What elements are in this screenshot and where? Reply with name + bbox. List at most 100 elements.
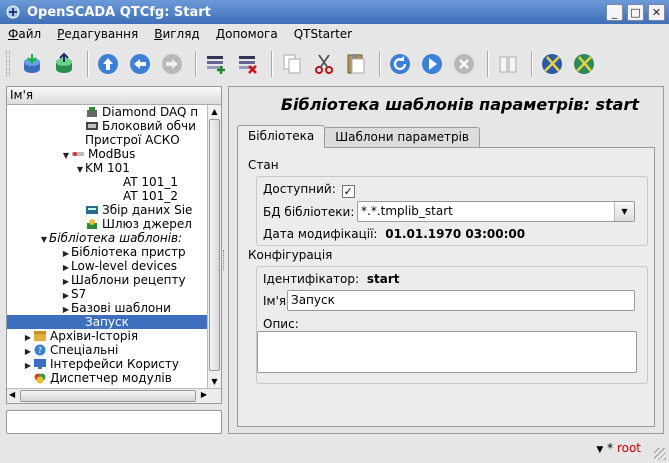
toolbar (0, 45, 669, 83)
toolbar-grip[interactable] (6, 51, 10, 77)
arrow-left-icon (130, 54, 150, 74)
help-icon: ? (33, 344, 47, 356)
tree-item-label: Спеціальні (50, 343, 119, 357)
refresh-button[interactable] (386, 50, 414, 78)
modified-indicator: * (607, 441, 614, 455)
name-input[interactable]: Запуск (287, 290, 635, 311)
tree-item[interactable]: Запуск (7, 315, 221, 329)
tree-item[interactable]: Пристрої АСКО (7, 133, 221, 147)
maximize-button[interactable]: □ (627, 3, 644, 21)
tree-item[interactable]: Блоковий обчи (7, 119, 221, 133)
tree-item[interactable]: ▶ Інтерфейси Користу (7, 357, 221, 371)
db-save-icon (56, 52, 72, 73)
vertical-scroll-thumb[interactable] (209, 119, 220, 371)
menu-edit[interactable]: Редагування (49, 27, 146, 41)
load-db-button[interactable] (18, 50, 46, 78)
tree-item[interactable]: ▼ Бібліотека шаблонів: (7, 231, 221, 245)
vision-button[interactable] (570, 50, 598, 78)
available-checkbox[interactable]: ✓ (341, 185, 355, 198)
paste-button[interactable] (342, 50, 370, 78)
tab-library[interactable]: Бібліотека (237, 125, 326, 148)
state-group: Доступний: ✓ БД бібліотеки: *.*.tmplib_st… (256, 176, 648, 246)
arrow-up-icon (98, 54, 118, 74)
config-tools-icon (542, 54, 562, 74)
tree-item-label: Базові шаблони (71, 301, 171, 315)
app-icon (5, 4, 21, 20)
back-button[interactable] (126, 50, 154, 78)
stop-button[interactable] (450, 50, 478, 78)
tree-item[interactable]: Збір даних Sie (7, 203, 221, 217)
svg-text:?: ? (38, 346, 42, 355)
tree-item-label: Шаблони рецепту (71, 273, 186, 287)
ui-icon (33, 358, 47, 370)
cut-button[interactable] (310, 50, 338, 78)
menu-view[interactable]: Вигляд (146, 27, 208, 41)
qtcfg-button[interactable] (538, 50, 566, 78)
tree-item[interactable]: AT 101_2 (7, 189, 221, 203)
tree-vertical-scrollbar[interactable]: ▲ ▼ (207, 105, 221, 388)
start-button[interactable] (418, 50, 446, 78)
description-textarea[interactable] (257, 331, 637, 373)
tree-item[interactable]: ▶ Архіви-Історія (7, 329, 221, 343)
horizontal-scroll-thumb[interactable] (20, 390, 196, 402)
stop-icon (454, 54, 474, 74)
close-button[interactable]: ✕ (648, 3, 665, 21)
archive-icon (33, 330, 47, 342)
menu-help[interactable]: Допомога (208, 27, 286, 41)
copy-button[interactable] (278, 50, 306, 78)
tree-item[interactable]: ▶? Спеціальні (7, 343, 221, 357)
chevron-down-icon[interactable]: ▼ (596, 445, 603, 455)
panel-splitter[interactable] (223, 250, 226, 270)
resize-grip[interactable] (654, 448, 666, 460)
description-label: Опис: (263, 317, 299, 331)
delete-item-button[interactable] (234, 50, 262, 78)
scroll-up-icon[interactable]: ▲ (208, 105, 221, 118)
tab-bar: Бібліотека Шаблони параметрів (237, 125, 480, 148)
scroll-right-icon[interactable]: ▶ (201, 390, 207, 399)
tree-item[interactable]: ▶ Базові шаблони (7, 301, 221, 315)
navigation-tree[interactable]: Ім'я Diamond DAQ п Блоковий обчи Пристрої … (6, 86, 222, 404)
tree-item[interactable]: ▼ KM 101 (7, 161, 221, 175)
tree-item[interactable]: AT 101_1 (7, 175, 221, 189)
tree-item[interactable]: ▶ Шаблони рецепту (7, 273, 221, 287)
minimize-button[interactable]: _ (606, 3, 623, 21)
tree-item-label: Low-level devices (71, 259, 177, 273)
tree-item[interactable]: Диспетчер модулів (7, 371, 221, 385)
add-item-button[interactable] (202, 50, 230, 78)
forward-button[interactable] (158, 50, 186, 78)
delete-item-icon (239, 56, 257, 74)
tree-item[interactable]: Шлюз джерел (7, 217, 221, 231)
config-group-label: Конфігурація (248, 248, 333, 262)
tree-item[interactable]: ▶ Бібліотека пристр (7, 245, 221, 259)
tree-item[interactable]: ▼ ModBus (7, 147, 221, 161)
refresh-icon (390, 54, 410, 74)
scroll-left-icon[interactable]: ◀ (9, 390, 15, 399)
save-db-button[interactable] (50, 50, 78, 78)
tree-horizontal-scrollbar[interactable]: ◀ ▶ (7, 388, 221, 403)
up-button[interactable] (94, 50, 122, 78)
tree-item-label: Запуск (85, 315, 129, 329)
manual-button[interactable] (494, 50, 522, 78)
menu-qtstarter[interactable]: QTStarter (286, 27, 360, 41)
tree-header[interactable]: Ім'я (7, 87, 221, 105)
tree-item-label: Бібліотека пристр (71, 245, 186, 259)
tree-item-label: Інтерфейси Користу (50, 357, 179, 371)
tab-param-templates[interactable]: Шаблони параметрів (324, 127, 480, 147)
chevron-down-icon[interactable]: ▼ (614, 202, 634, 221)
tree-item-label: Шлюз джерел (102, 217, 192, 231)
db-combobox[interactable]: *.*.tmplib_start ▼ (357, 201, 635, 222)
tree-item[interactable]: ▶ S7 (7, 287, 221, 301)
tree-filter-input[interactable] (6, 410, 222, 434)
block-icon (85, 120, 99, 132)
menu-file[interactable]: Файл (0, 27, 49, 41)
tree-item-label: Збір даних Sie (102, 203, 193, 217)
arrow-right-icon (162, 54, 182, 74)
tree-item-label: AT 101_1 (123, 175, 178, 189)
current-user[interactable]: root (617, 441, 641, 455)
page-title: Бібліотека шаблонів параметрів: start (280, 95, 639, 114)
id-value: start (366, 272, 400, 286)
status-bar: ▼ * root (0, 436, 669, 463)
scroll-down-icon[interactable]: ▼ (208, 375, 221, 388)
tree-item[interactable]: Diamond DAQ п (7, 105, 221, 119)
tree-item[interactable]: ▶ Low-level devices (7, 259, 221, 273)
